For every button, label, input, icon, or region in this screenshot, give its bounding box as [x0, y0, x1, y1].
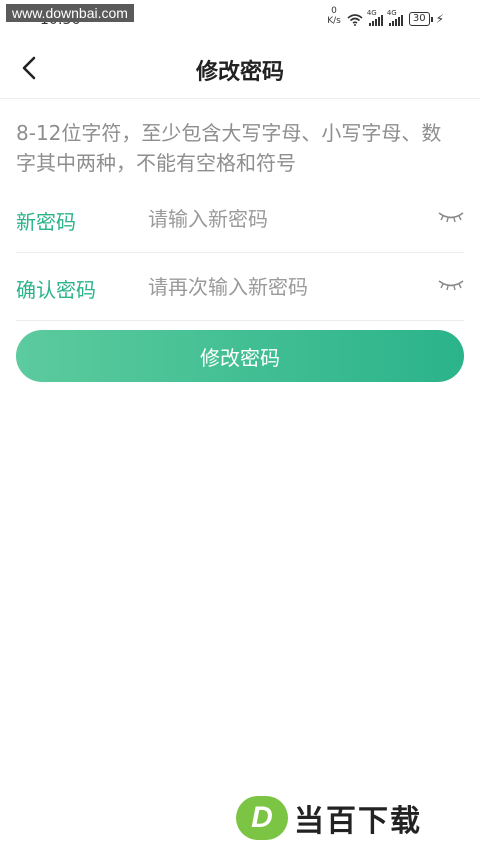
new-password-input[interactable] — [146, 200, 420, 238]
status-bar: 10:36 www.downbai.com 0 K/s 4G 4G 30 ⚡ — [0, 0, 480, 34]
confirm-password-input[interactable] — [146, 268, 420, 306]
watermark: www.downbai.com — [6, 4, 134, 22]
new-password-label: 新密码 — [16, 210, 76, 234]
status-icons: 0 K/s 4G 4G 30 ⚡ — [327, 6, 444, 26]
charging-icon: ⚡ — [435, 12, 444, 26]
net-speed-value: 0 — [331, 6, 337, 16]
logo-mark: D — [236, 796, 288, 840]
eye-closed-icon[interactable] — [438, 210, 464, 224]
signal-icon-1: 4G — [367, 9, 383, 26]
battery-level: 30 — [412, 13, 426, 24]
new-password-row: 新密码 — [16, 186, 464, 253]
net-tag-1: 4G — [366, 9, 377, 17]
signal-icon-2: 4G — [387, 9, 403, 26]
brand-logo: D 当百下载 — [236, 796, 422, 840]
net-speed-unit: K/s — [327, 16, 341, 26]
submit-change-password-button[interactable]: 修改密码 — [16, 330, 464, 382]
net-tag-2: 4G — [386, 9, 397, 17]
page-title: 修改密码 — [195, 60, 284, 85]
confirm-password-row: 确认密码 — [16, 254, 464, 321]
nav-header: 修改密码 — [0, 40, 480, 99]
logo-text: 当百下载 — [294, 804, 422, 839]
net-speed: 0 K/s — [327, 6, 341, 26]
confirm-password-label: 确认密码 — [16, 278, 96, 302]
battery-icon: 30 — [408, 12, 433, 26]
password-rule-hint: 8-12位字符，至少包含大写字母、小写字母、数字其中两种，不能有空格和符号 — [16, 121, 442, 175]
wifi-icon — [347, 14, 363, 26]
eye-closed-icon[interactable] — [438, 278, 464, 292]
